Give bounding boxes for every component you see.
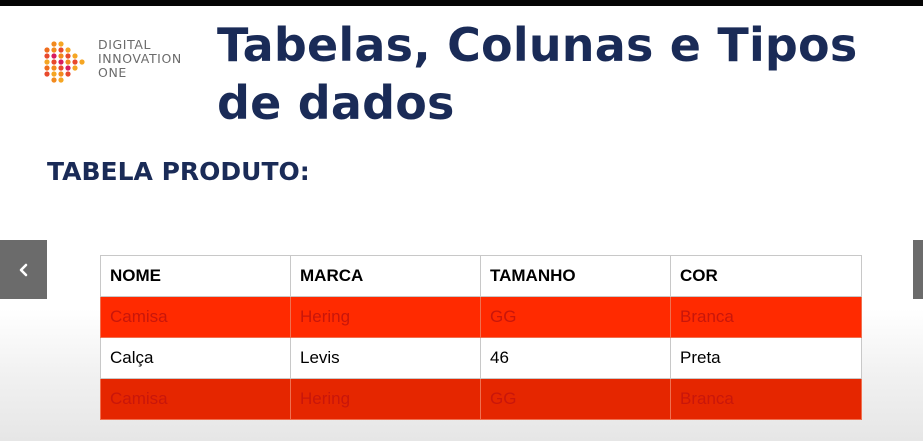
cell-cor: Branca	[670, 296, 862, 338]
cell-tamanho: 46	[480, 337, 671, 379]
next-slide-button[interactable]	[913, 240, 923, 299]
header-cor: COR	[670, 255, 862, 297]
dio-logo-mark-icon	[44, 41, 85, 83]
cell-marca: Levis	[290, 337, 481, 379]
table-row: Calça Levis 46 Preta	[100, 337, 862, 379]
logo-line-3: ONE	[98, 65, 127, 80]
header-marca: MARCA	[290, 255, 481, 297]
table-subtitle: TABELA PRODUTO:	[47, 157, 310, 186]
dio-logo-text: DIGITAL INNOVATION ONE	[98, 38, 182, 80]
top-bar	[0, 0, 923, 6]
cell-marca: Hering	[290, 296, 481, 338]
header-nome: NOME	[100, 255, 291, 297]
slide-title-line-1: Tabelas, Colunas e Tipos	[217, 18, 858, 72]
product-table: NOME MARCA TAMANHO COR Camisa Hering GG …	[100, 255, 862, 420]
slide-title-line-2: de dados	[217, 76, 455, 130]
dio-logo: DIGITAL INNOVATION ONE	[40, 38, 205, 90]
cell-marca: Hering	[290, 378, 481, 420]
cell-nome: Camisa	[100, 378, 291, 420]
previous-slide-button[interactable]	[0, 240, 47, 299]
chevron-left-icon	[19, 263, 27, 276]
header-tamanho: TAMANHO	[480, 255, 671, 297]
cell-cor: Preta	[670, 337, 862, 379]
table-row: Camisa Hering GG Branca	[100, 296, 862, 338]
cell-cor: Branca	[670, 378, 862, 420]
cell-tamanho: GG	[480, 296, 671, 338]
cell-nome: Camisa	[100, 296, 291, 338]
cell-tamanho: GG	[480, 378, 671, 420]
slide-title: Tabelas, Colunas e Tipos de dados	[217, 16, 877, 132]
cell-nome: Calça	[100, 337, 291, 379]
table-header-row: NOME MARCA TAMANHO COR	[100, 255, 862, 297]
logo-line-2: INNOVATION	[98, 51, 182, 66]
logo-line-1: DIGITAL	[98, 37, 152, 52]
table-row: Camisa Hering GG Branca	[100, 378, 862, 420]
